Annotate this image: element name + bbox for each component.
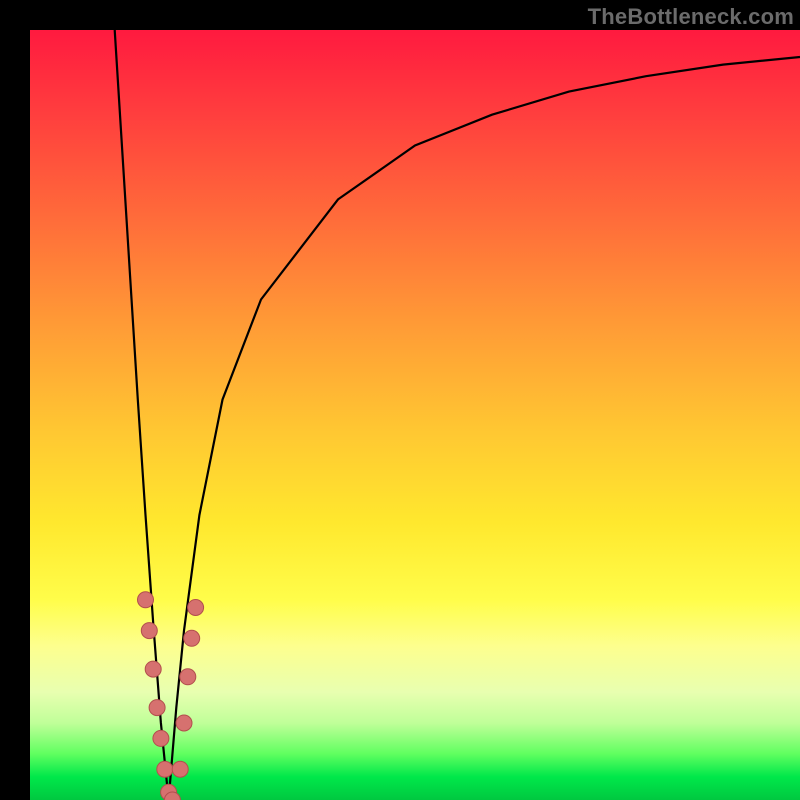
- plot-area: [30, 30, 800, 800]
- marker-dot: [184, 630, 200, 646]
- marker-dot: [138, 592, 154, 608]
- marker-dot: [149, 700, 165, 716]
- right-curve: [169, 57, 800, 800]
- trough-markers: [138, 592, 204, 800]
- marker-dot: [172, 761, 188, 777]
- marker-dot: [145, 661, 161, 677]
- chart-svg: [30, 30, 800, 800]
- left-curve: [115, 30, 169, 800]
- chart-frame: TheBottleneck.com: [0, 0, 800, 800]
- marker-dot: [188, 600, 204, 616]
- marker-dot: [153, 730, 169, 746]
- marker-dot: [141, 623, 157, 639]
- marker-dot: [180, 669, 196, 685]
- marker-dot: [176, 715, 192, 731]
- watermark-text: TheBottleneck.com: [588, 4, 794, 30]
- marker-dot: [157, 761, 173, 777]
